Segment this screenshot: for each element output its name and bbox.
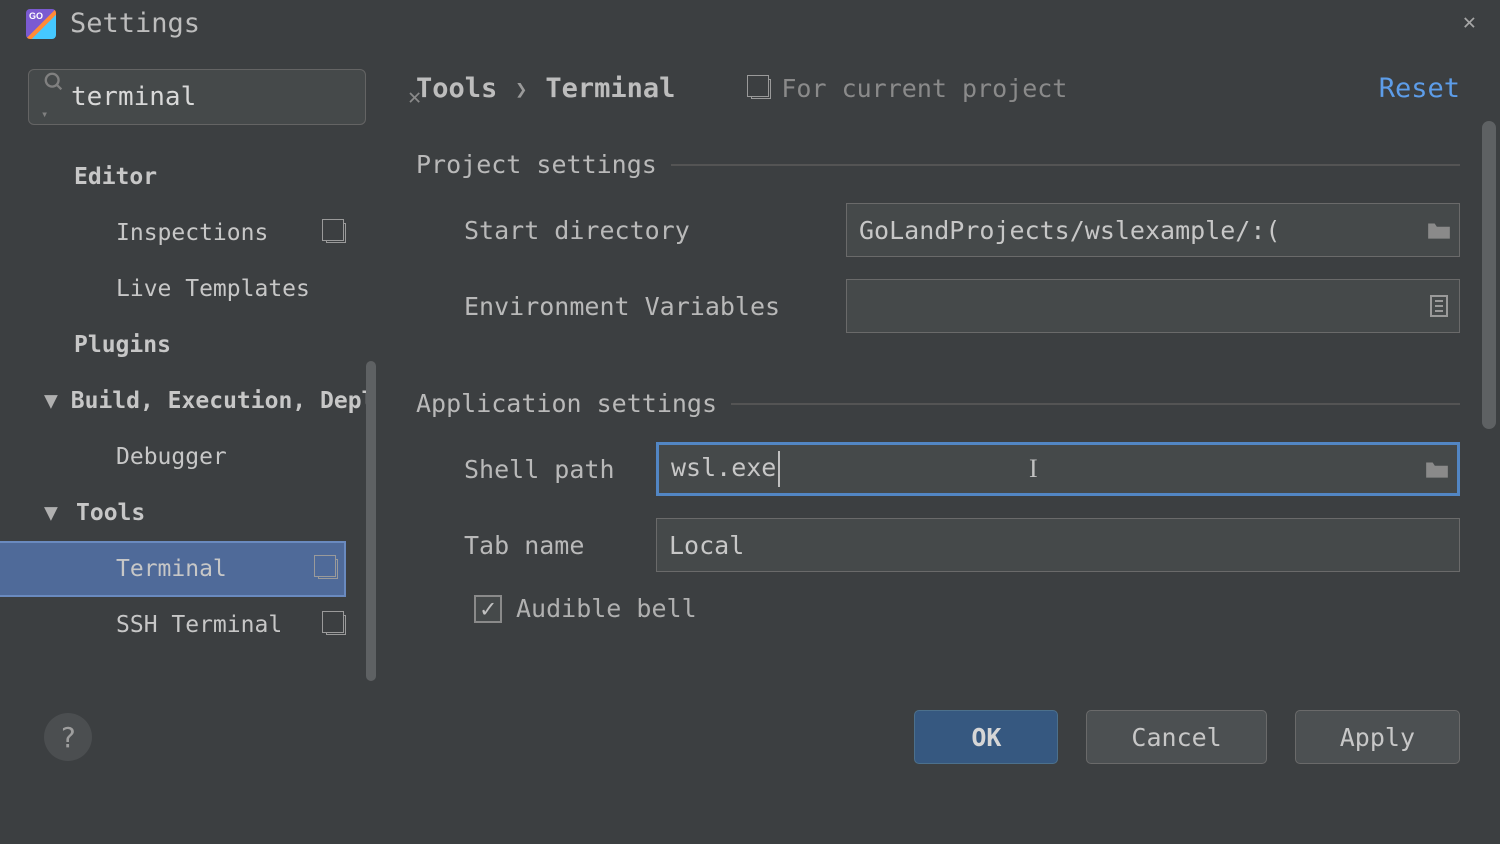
section-application-settings: Application settings [416, 389, 1460, 418]
breadcrumb-leaf: Terminal [545, 73, 675, 104]
breadcrumb-root[interactable]: Tools [416, 73, 497, 104]
start-directory-field[interactable]: ):/GoLandProjects/wslexample [846, 203, 1460, 257]
checkbox-icon: ✓ [474, 595, 502, 623]
search-field[interactable]: ▾ ✕ [28, 69, 366, 125]
browse-folder-icon[interactable] [1417, 458, 1457, 480]
settings-sidebar: ▾ ✕ Editor Inspections Live Templates Pl… [0, 49, 380, 685]
project-scope-icon [326, 615, 346, 635]
sidebar-item-plugins[interactable]: Plugins [0, 317, 366, 373]
sidebar-item-ssh-terminal[interactable]: SSH Terminal [0, 597, 366, 653]
sidebar-item-live-templates[interactable]: Live Templates [0, 261, 366, 317]
tab-name-label: Tab name [464, 531, 656, 560]
project-scope-icon [326, 223, 346, 243]
window-titlebar: Settings ✕ [0, 0, 1500, 49]
settings-header: Tools ❯ Terminal For current project Res… [416, 73, 1460, 104]
sidebar-item-inspections[interactable]: Inspections [0, 205, 366, 261]
project-scope-icon [318, 559, 338, 579]
reset-link[interactable]: Reset [1379, 73, 1460, 104]
settings-tree: Editor Inspections Live Templates Plugin… [28, 149, 366, 653]
search-icon: ▾ [43, 71, 65, 124]
window-title: Settings [70, 8, 200, 39]
project-scope-icon [751, 79, 771, 99]
tab-name-field[interactable]: Local [656, 518, 1460, 572]
settings-main: Tools ❯ Terminal For current project Res… [380, 49, 1500, 685]
expand-icon: ▼ [44, 500, 66, 526]
section-project-settings: Project settings [416, 150, 1460, 179]
main-scrollbar[interactable] [1482, 121, 1496, 429]
close-icon[interactable]: ✕ [1463, 10, 1476, 35]
search-input[interactable] [71, 82, 408, 112]
env-vars-label: Environment Variables [464, 292, 846, 321]
shell-path-label: Shell path [464, 455, 656, 484]
text-cursor [778, 451, 780, 487]
apply-button[interactable]: Apply [1295, 710, 1460, 764]
help-button[interactable]: ? [44, 713, 92, 761]
shell-path-field[interactable]: wsl.exe I [656, 442, 1460, 496]
sidebar-item-terminal[interactable]: Terminal [0, 541, 346, 597]
cancel-button[interactable]: Cancel [1086, 710, 1266, 764]
sidebar-item-editor[interactable]: Editor [0, 149, 366, 205]
dialog-footer: ? OK Cancel Apply [0, 685, 1500, 789]
chevron-right-icon: ❯ [515, 77, 527, 101]
ok-button[interactable]: OK [914, 710, 1058, 764]
audible-bell-checkbox[interactable]: ✓ Audible bell [416, 594, 1460, 623]
browse-folder-icon[interactable] [1419, 219, 1459, 241]
start-directory-label: Start directory [464, 216, 846, 245]
sidebar-item-tools[interactable]: ▼Tools [0, 485, 366, 541]
list-edit-icon[interactable] [1419, 294, 1459, 318]
scope-indicator: For current project [745, 74, 1067, 103]
expand-icon: ▼ [44, 388, 61, 414]
sidebar-scrollbar[interactable] [366, 361, 376, 681]
sidebar-item-debugger[interactable]: Debugger [0, 429, 366, 485]
app-icon [26, 9, 56, 39]
env-vars-field[interactable] [846, 279, 1460, 333]
sidebar-item-build[interactable]: ▼Build, Execution, Deployment [0, 373, 366, 429]
